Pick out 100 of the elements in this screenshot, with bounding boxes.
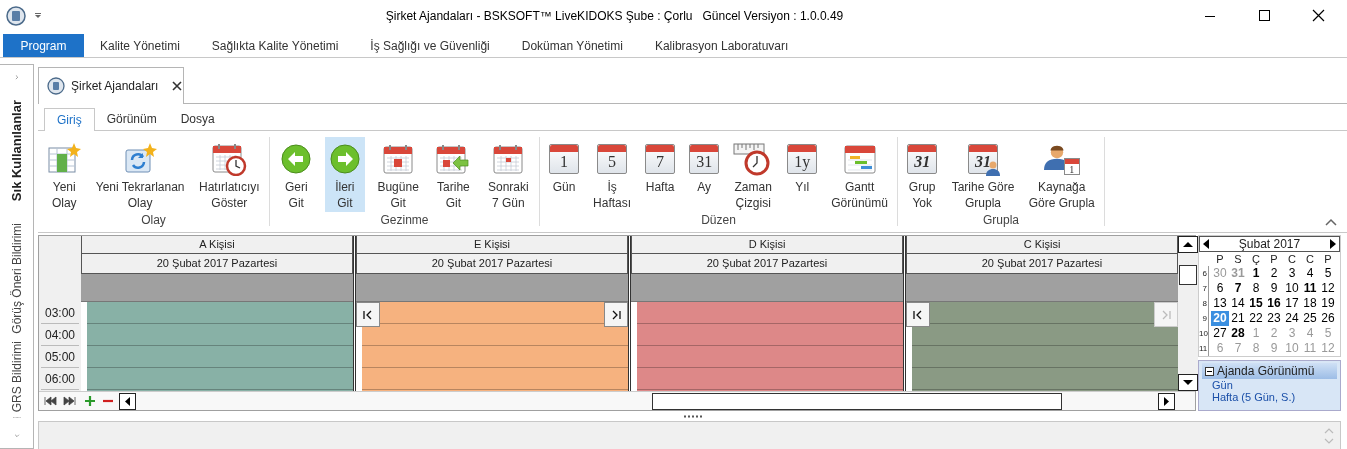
ribbon-button[interactable]: Hatırlatıcıyı Göster	[195, 137, 264, 212]
calendar-day[interactable]: 13	[1211, 296, 1229, 311]
week-number: 11	[1199, 341, 1209, 356]
calendar-day[interactable]: 15	[1247, 296, 1265, 311]
last-icon[interactable]	[63, 396, 77, 406]
time-label: 05:00	[44, 348, 75, 366]
ribbon-button[interactable]: Geri Git	[276, 137, 317, 212]
calendar-day[interactable]: 10	[1283, 281, 1301, 296]
ribbon-button[interactable]: 1y Yıl	[783, 137, 822, 196]
ribbon-button[interactable]: 1 Kaynağa Göre Grupla	[1024, 137, 1099, 212]
calendar-day[interactable]: 24	[1283, 311, 1301, 326]
ribbon-button[interactable]: 7 Hafta	[641, 137, 680, 196]
calendar-icon: 31	[907, 144, 938, 174]
ribbon-button[interactable]: Bugüne Git	[373, 137, 423, 212]
ribbon-tab[interactable]: Görünüm	[94, 108, 169, 130]
input-field[interactable]	[38, 421, 1341, 449]
menu-item[interactable]: Kalite Yönetimi	[84, 34, 196, 57]
ribbon-button[interactable]: Zaman Çizgisi	[729, 137, 778, 212]
calendar-day[interactable]: 17	[1283, 296, 1301, 311]
calendar-day[interactable]: 9	[1265, 281, 1283, 296]
close-icon[interactable]	[172, 81, 183, 91]
calendar-day[interactable]: 1	[1247, 266, 1265, 281]
calendar-day[interactable]: 2	[1265, 266, 1283, 281]
agenda-view-link[interactable]: Gün	[1202, 379, 1337, 391]
previous-button[interactable]	[356, 302, 380, 327]
calendar-day[interactable]: 23	[1265, 311, 1283, 326]
calendar-icon: 31	[689, 144, 720, 174]
date-header: 20 Şubat 2017 Pazartesi	[631, 254, 903, 274]
calendar-day[interactable]: 25	[1301, 311, 1319, 326]
calendar-day[interactable]: 3	[1283, 266, 1301, 281]
week-number: 10	[1199, 326, 1209, 341]
calendar-day[interactable]: 14	[1229, 296, 1247, 311]
ribbon-button[interactable]: Yeni Olay	[43, 137, 86, 212]
menu-item[interactable]: Doküman Yönetimi	[505, 34, 639, 57]
week-number: 7	[1199, 281, 1209, 296]
collapse-ribbon-icon[interactable]	[1325, 218, 1337, 226]
calendar-day[interactable]: 18	[1301, 296, 1319, 311]
document-tab[interactable]: Şirket Ajandaları	[38, 67, 184, 104]
calendar-day[interactable]: 27	[1211, 326, 1229, 341]
time-label: 03:00	[44, 304, 75, 322]
add-icon[interactable]	[85, 396, 95, 406]
resource-header: E Kişisi	[356, 236, 628, 254]
calendar-day[interactable]: 6	[1211, 281, 1229, 296]
ribbon-button[interactable]: Tarihe Git	[431, 137, 476, 212]
ribbon-tab[interactable]: Giriş	[44, 108, 95, 131]
calendar-day[interactable]: 5	[1319, 266, 1337, 281]
weekday-label: Ç	[1251, 251, 1261, 267]
menu-item[interactable]: Sağlıkta Kalite Yönetimi	[195, 34, 355, 57]
sidebar-item[interactable]: GRS Bildirimi	[7, 341, 26, 413]
menu-item[interactable]: İş Sağlığı ve Güvenliği	[354, 34, 506, 57]
horizontal-scrollbar[interactable]	[119, 392, 1175, 410]
vertical-scrollbar[interactable]	[1178, 236, 1198, 391]
group-label: Gezinme	[380, 212, 429, 228]
ribbon-button[interactable]: Gantt Görünümü	[827, 137, 892, 212]
sidebar-item[interactable]: Görüş Öneri Bildirimi	[7, 222, 26, 334]
dropdown-icon[interactable]	[34, 12, 42, 20]
agenda-view-link[interactable]: Hafta (5 Gün, S.)	[1202, 391, 1337, 403]
first-icon[interactable]	[43, 396, 57, 406]
group-label: Düzen	[701, 212, 736, 228]
calendar-day[interactable]: 16	[1265, 296, 1283, 311]
previous-button[interactable]	[906, 302, 930, 327]
window-title: Şirket Ajandaları - BSKSOFT™ LiveKIDOKS Şube : Çorlu Güncel Versiyon : 1.0.0.49	[384, 8, 845, 25]
next-button[interactable]	[604, 302, 628, 327]
weekday-label: P	[1269, 251, 1279, 267]
weekday-label: S	[1233, 251, 1243, 267]
ribbon-button[interactable]: Sonraki 7 Gün	[483, 137, 533, 212]
menu-item[interactable]: Kalibrasyon Laboratuvarı	[638, 34, 805, 57]
calendar-grid-icon	[492, 143, 525, 175]
ribbon-button[interactable]: İleri Git	[324, 137, 365, 212]
ribbon-button[interactable]: 31 Ay	[685, 137, 724, 196]
resource-header: C Kişisi	[906, 236, 1178, 254]
ribbon-button[interactable]: 5 İş Haftası	[589, 137, 636, 212]
ribbon-button[interactable]: 31 Grup Yok	[903, 137, 942, 212]
splitter-grip-icon[interactable]	[682, 414, 703, 418]
calendar-day[interactable]: 19	[1319, 296, 1337, 311]
next-month-icon[interactable]	[1329, 239, 1336, 249]
gantt-chart-icon	[842, 143, 877, 175]
calendar-day[interactable]: 12	[1319, 281, 1337, 296]
calendar-day[interactable]: 26	[1319, 311, 1337, 326]
ribbon-button[interactable]: 31 Tarihe Göre Grupla	[947, 137, 1019, 212]
calendar-day[interactable]: 8	[1247, 281, 1265, 296]
ribbon-tab[interactable]: Dosya	[168, 108, 227, 130]
calendar-day[interactable]: 22	[1247, 311, 1265, 326]
tab-label: Şirket Ajandaları	[71, 78, 159, 95]
week-number: 8	[1199, 296, 1209, 311]
collapse-icon[interactable]	[1205, 366, 1214, 376]
calendar-day[interactable]: 7	[1229, 281, 1247, 296]
ribbon-button[interactable]: Yeni Tekrarlanan Olay	[91, 137, 189, 212]
calendar-day[interactable]: 28	[1229, 326, 1247, 341]
app-icon	[6, 6, 26, 26]
calendar-day[interactable]: 11	[1301, 281, 1319, 296]
menu-item[interactable]: Program	[3, 34, 84, 57]
scroll-thumb[interactable]	[1179, 265, 1197, 285]
scroll-thumb[interactable]	[652, 392, 1062, 410]
calendar-icon: 1	[549, 144, 579, 174]
calendar-day[interactable]: 21	[1229, 311, 1247, 326]
ribbon-button[interactable]: 1 Gün	[545, 137, 583, 196]
previous-month-icon[interactable]	[1203, 239, 1210, 249]
time-label: 06:00	[44, 370, 75, 388]
calendar-day[interactable]: 4	[1301, 266, 1319, 281]
